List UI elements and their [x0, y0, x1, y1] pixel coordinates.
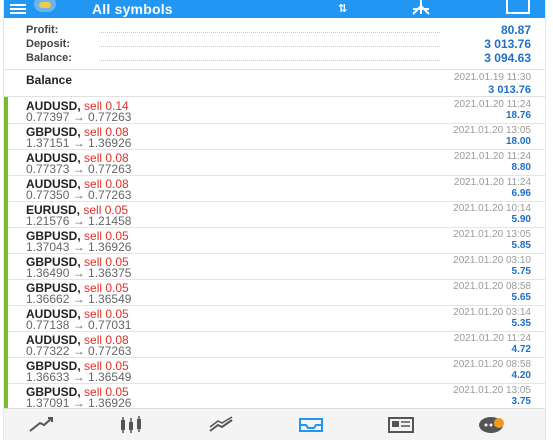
trade-time: 2021.01.20 13:05	[453, 125, 531, 136]
deal-indicator-bar	[4, 331, 8, 357]
dotted-leader	[99, 32, 440, 33]
profit-label: Profit:	[26, 24, 59, 36]
trade-profit: 18.00	[505, 136, 531, 147]
deposit-value: 3 013.76	[484, 37, 531, 51]
trade-row[interactable]: GBPUSD, sell 0.08 1.37151 → 1.36926 2021…	[4, 123, 545, 150]
trade-prices: 0.77397 → 0.77263	[26, 110, 132, 124]
trade-profit: 8.80	[511, 162, 531, 173]
deal-indicator-bar	[4, 253, 8, 279]
trade-row[interactable]: AUDUSD, sell 0.05 0.77138 → 0.77031 2021…	[4, 305, 545, 332]
page-title[interactable]: All symbols	[92, 1, 173, 17]
balance-entry-label: Balance	[26, 73, 73, 87]
trade-row[interactable]: AUDUSD, sell 0.08 0.77322 → 0.77263 2021…	[4, 331, 545, 358]
trade-prices: 0.77138 → 0.77031	[26, 318, 132, 332]
calculator-icon[interactable]	[504, 0, 530, 18]
deposit-label: Deposit:	[26, 38, 70, 50]
trade-row[interactable]: GBPUSD, sell 0.05 1.37043 → 1.36926 2021…	[4, 227, 545, 254]
balance-summary-label: Balance:	[26, 52, 72, 64]
trade-profit: 5.75	[511, 266, 531, 277]
deal-indicator-bar	[4, 227, 8, 253]
quotes-glyph	[29, 417, 53, 432]
balance-summary-value: 3 094.63	[484, 51, 531, 65]
trade-time: 2021.01.20 11:24	[453, 99, 531, 110]
trade-time: 2021.01.20 10:14	[453, 203, 531, 214]
balance-entry-amount: 3 013.76	[488, 84, 531, 96]
trade-time: 2021.01.20 13:05	[453, 385, 531, 396]
profit-value: 80.87	[500, 23, 531, 37]
trade-time: 2021.01.20 11:24	[453, 333, 531, 344]
dotted-leader	[99, 46, 440, 47]
trade-prices: 0.77373 → 0.77263	[26, 162, 132, 176]
deal-indicator-bar	[4, 175, 8, 201]
balance-entry-time: 2021.01.19 11:30	[453, 72, 531, 83]
trade-glyph	[209, 416, 233, 432]
trade-time: 2021.01.20 03:14	[453, 307, 531, 318]
trade-profit: 18.76	[505, 110, 531, 121]
trade-profit: 5.35	[511, 318, 531, 329]
news-glyph	[388, 417, 414, 433]
deal-indicator-bar	[4, 123, 8, 149]
new-trade-icon[interactable]	[409, 0, 433, 18]
trade-time: 2021.01.20 03:10	[453, 255, 531, 266]
chat-icon[interactable]	[454, 409, 524, 440]
history-icon[interactable]	[274, 409, 344, 440]
trade-time: 2021.01.20 08:58	[453, 359, 531, 370]
deal-indicator-bar	[4, 357, 8, 383]
trade-profit: 6.96	[511, 188, 531, 199]
trade-prices: 1.36662 → 1.36549	[26, 292, 132, 306]
trade-icon[interactable]	[184, 409, 254, 440]
trade-profit: 5.85	[511, 240, 531, 251]
quotes-icon[interactable]	[4, 409, 74, 440]
trade-row[interactable]: AUDUSD, sell 0.08 0.77350 → 0.77263 2021…	[4, 175, 545, 202]
history-glyph	[299, 418, 323, 432]
notification-badge	[494, 418, 504, 428]
logo-icon	[34, 0, 56, 12]
news-icon[interactable]	[364, 409, 434, 440]
trade-row[interactable]: AUDUSD, sell 0.08 0.77373 → 0.77263 2021…	[4, 149, 545, 176]
trade-row[interactable]: GBPUSD, sell 0.05 1.36490 → 1.36375 2021…	[4, 253, 545, 280]
trade-row[interactable]: GBPUSD, sell 0.05 1.37091 → 1.36926 2021…	[4, 383, 545, 410]
trade-profit: 5.65	[511, 292, 531, 303]
trade-profit: 3.75	[511, 396, 531, 407]
deal-indicator-bar	[4, 279, 8, 305]
trade-row[interactable]: EURUSD, sell 0.05 1.21576 → 1.21458 2021…	[4, 201, 545, 228]
trade-prices: 1.21576 → 1.21458	[26, 214, 132, 228]
account-summary: Profit: 80.87 Deposit: 3 013.76 Balance:…	[4, 18, 545, 68]
trade-time: 2021.01.20 11:24	[453, 151, 531, 162]
trade-prices: 1.37043 → 1.36926	[26, 240, 132, 254]
trade-row[interactable]: GBPUSD, sell 0.05 1.36662 → 1.36549 2021…	[4, 279, 545, 306]
menu-icon[interactable]	[10, 2, 26, 16]
trade-profit: 5.90	[511, 214, 531, 225]
balance-summary-row: Balance: 3 094.63	[4, 50, 545, 66]
trade-row[interactable]: AUDUSD, sell 0.14 0.77397 → 0.77263 2021…	[4, 97, 545, 124]
dotted-leader	[99, 60, 440, 61]
balance-entry[interactable]: Balance 2021.01.19 11:30 3 013.76	[4, 70, 545, 97]
bottom-navigation	[4, 408, 545, 440]
top-app-bar: All symbols ⇅	[4, 0, 545, 18]
trade-time: 2021.01.20 13:05	[453, 229, 531, 240]
trade-time: 2021.01.20 11:24	[453, 177, 531, 188]
trade-prices: 1.36490 → 1.36375	[26, 266, 132, 280]
trade-profit: 4.72	[511, 344, 531, 355]
deal-indicator-bar	[4, 149, 8, 175]
new-trade-glyph	[412, 0, 430, 15]
sort-glyph: ⇅	[338, 3, 348, 15]
deal-indicator-bar	[4, 305, 8, 331]
app-window: All symbols ⇅ Profit: 80.87 Deposit: 3 0…	[3, 0, 546, 440]
chart-glyph	[121, 416, 141, 433]
trade-profit: 4.20	[511, 370, 531, 381]
trade-time: 2021.01.20 08:58	[453, 281, 531, 292]
deal-indicator-bar	[4, 383, 8, 409]
deal-indicator-bar	[4, 201, 8, 227]
trade-prices: 1.37151 → 1.36926	[26, 136, 132, 150]
deal-indicator-bar	[4, 97, 8, 123]
trade-prices: 0.77350 → 0.77263	[26, 188, 132, 202]
trade-row[interactable]: GBPUSD, sell 0.05 1.36633 → 1.36549 2021…	[4, 357, 545, 384]
sort-icon[interactable]: ⇅	[332, 0, 360, 18]
trade-prices: 0.77322 → 0.77263	[26, 344, 132, 358]
chart-icon[interactable]	[94, 409, 164, 440]
trade-prices: 1.36633 → 1.36549	[26, 370, 132, 384]
